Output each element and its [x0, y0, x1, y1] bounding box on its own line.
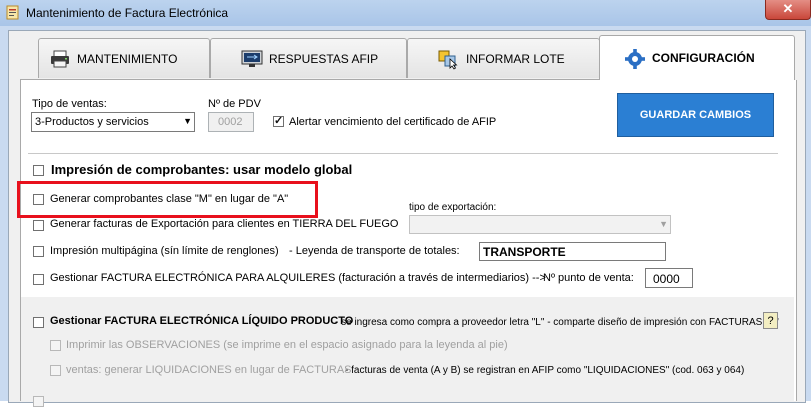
save-button[interactable]: GUARDAR CAMBIOS — [617, 93, 774, 137]
monitor-icon — [241, 50, 263, 68]
tab-configuracion[interactable]: CONFIGURACIÓN — [599, 35, 795, 80]
separator — [28, 153, 778, 154]
close-button[interactable]: ✕ — [765, 0, 811, 20]
observaciones-label: Imprimir las OBSERVACIONES (se imprime e… — [66, 339, 508, 351]
leyenda-value: TRANSPORTE — [483, 245, 566, 259]
liquidaciones-description: - facturas de venta (A y B) se registran… — [345, 365, 745, 376]
exportacion-label: Generar facturas de Exportación para cli… — [50, 218, 399, 230]
punto-venta-value: 0000 — [653, 272, 680, 286]
tipo-ventas-value: 3-Productos y servicios — [35, 116, 149, 128]
alquileres-checkbox[interactable] — [33, 274, 44, 285]
tab-informar-lote[interactable]: INFORMAR LOTE — [407, 38, 600, 78]
tab-label: INFORMAR LOTE — [466, 51, 565, 66]
pdv-input[interactable]: 0002 — [208, 112, 254, 132]
tab-respuestas-afip[interactable]: RESPUESTAS AFIP — [210, 38, 407, 78]
impresion-global-label: Impresión de comprobantes: usar modelo g… — [51, 162, 353, 177]
app-icon — [6, 5, 20, 20]
liquidaciones-label: ventas: generar LIQUIDACIONES en lugar d… — [66, 364, 352, 376]
observaciones-checkbox[interactable] — [50, 340, 61, 351]
alquileres-label: Gestionar FACTURA ELECTRÓNICA PARA ALQUI… — [50, 272, 546, 284]
printer-icon — [49, 50, 71, 68]
punto-venta-label: Nº punto de venta: — [543, 272, 634, 284]
tab-mantenimiento[interactable]: MANTENIMIENTO — [38, 38, 210, 78]
exportacion-checkbox[interactable] — [33, 220, 44, 231]
multipagina-label: Impresión multipágina (sín límite de ren… — [50, 245, 279, 257]
liquido-checkbox[interactable] — [33, 317, 44, 328]
window-title: Mantenimiento de Factura Electrónica — [26, 6, 229, 20]
help-button[interactable]: ? — [763, 312, 778, 329]
chevron-down-icon: ▼ — [183, 116, 192, 126]
punto-venta-input[interactable]: 0000 — [645, 268, 693, 288]
tab-label: RESPUESTAS AFIP — [269, 51, 379, 66]
tab-label: CONFIGURACIÓN — [652, 51, 755, 65]
leyenda-label: - Leyenda de transporte de totales: — [289, 245, 460, 257]
pdv-value: 0002 — [218, 116, 243, 128]
highlight-box — [17, 181, 318, 218]
liquidaciones-checkbox[interactable] — [50, 365, 61, 376]
tipo-exportacion-select[interactable]: ▼ — [409, 215, 671, 234]
gear-icon — [624, 49, 646, 69]
liquido-description: - se ingresa como compra a proveedor let… — [335, 317, 779, 328]
pdv-label: Nº de PDV — [208, 98, 261, 110]
tipo-exportacion-label: tipo de exportación: — [409, 202, 497, 213]
leyenda-input[interactable]: TRANSPORTE — [479, 242, 666, 261]
liquido-label: Gestionar FACTURA ELECTRÓNICA LÍQUIDO PR… — [50, 315, 354, 327]
tab-label: MANTENIMIENTO — [77, 51, 178, 66]
tipo-ventas-label: Tipo de ventas: — [32, 98, 107, 110]
chevron-down-icon: ▼ — [659, 219, 668, 229]
multipagina-checkbox[interactable] — [33, 246, 44, 257]
impresion-global-checkbox[interactable] — [33, 165, 44, 176]
alertar-checkbox[interactable] — [273, 114, 284, 127]
window-cursor-icon — [438, 50, 460, 70]
next-option-checkbox[interactable] — [33, 396, 44, 407]
alertar-label: Alertar vencimiento del certificado de A… — [289, 116, 497, 128]
tipo-ventas-select[interactable]: 3-Productos y servicios ▼ — [31, 112, 195, 132]
